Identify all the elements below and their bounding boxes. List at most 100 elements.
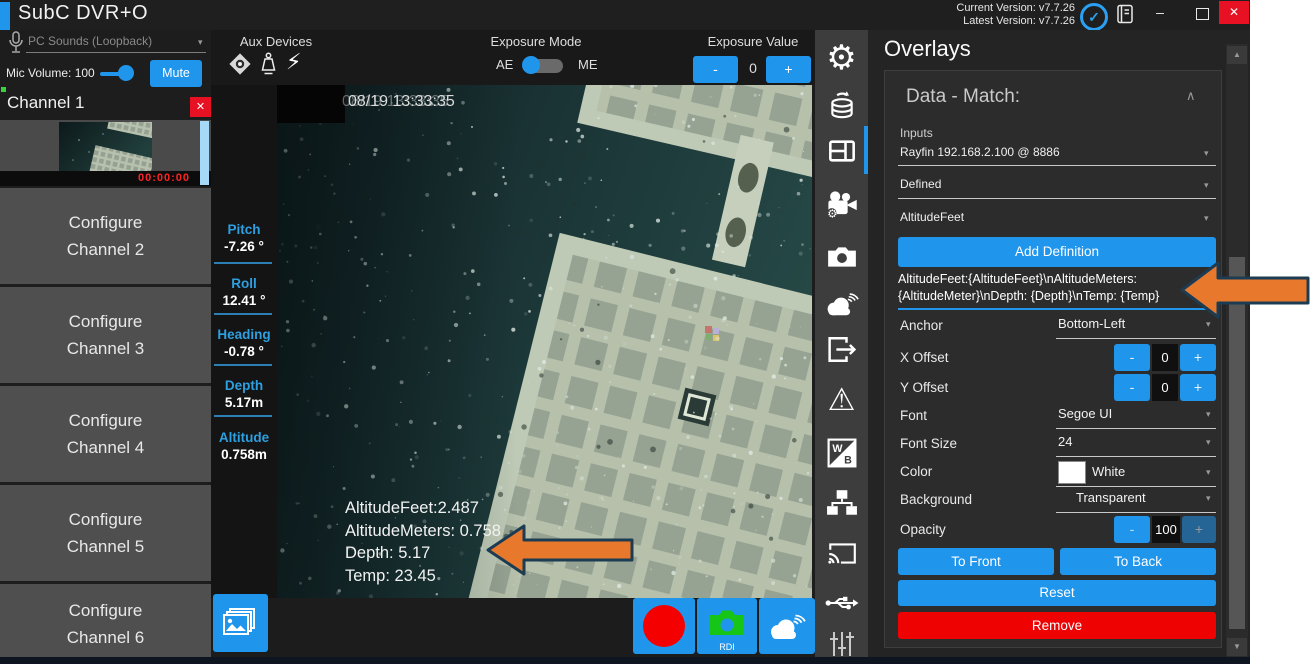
usb-icon[interactable] [815,594,868,617]
annotation-arrow-definition-field [1178,258,1312,320]
maximize-button[interactable] [1196,8,1209,20]
export-icon[interactable] [815,336,868,368]
record-timecode: 00:00:00 [138,172,190,184]
data-field-select[interactable]: AltitudeFeet [900,210,964,224]
overlay-line: AltitudeMeters: 0.758 [345,520,501,543]
inputs-label: Inputs [900,126,933,140]
altitude-label: Altitude [211,430,277,445]
aux-devices-label: Aux Devices [230,34,322,49]
chevron-down-icon[interactable]: ▾ [1204,148,1209,159]
anchor-select[interactable]: Bottom-Left [1058,316,1125,331]
camera-icon [707,608,747,638]
configure-channel6-button[interactable]: ConfigureChannel 6 [0,584,211,664]
x-offset-label: X Offset [900,350,949,365]
font-size-select[interactable]: 24 [1058,434,1072,449]
cloud-icon[interactable] [815,290,868,322]
gallery-icon [221,607,259,639]
telemetry-divider [214,313,272,315]
overlay-line: AltitudeFeet:2.487 [345,497,501,520]
opacity-value: 100 [1152,516,1180,543]
opacity-plus-button[interactable]: + [1182,516,1216,543]
x-offset-plus-button[interactable]: + [1180,344,1216,371]
still-camera-icon[interactable] [815,245,868,274]
y-offset-minus-button[interactable]: - [1114,374,1150,401]
dropdown-underline [1056,338,1216,339]
chevron-down-icon[interactable]: ▾ [1204,180,1209,191]
configure-channel5-button[interactable]: ConfigureChannel 5 [0,485,211,581]
exposure-mode-toggle-knob[interactable] [522,56,540,74]
alerts-warning-icon[interactable]: ⚠ [815,382,868,418]
gallery-button[interactable] [213,594,268,652]
version-info: Current Version: v7.7.26 Latest Version:… [925,2,1075,28]
exposure-value-label: Exposure Value [700,34,806,49]
power-bolt-icon[interactable]: ⚡ [286,50,301,75]
channel1-close-button[interactable]: ✕ [190,97,211,117]
remove-button[interactable]: Remove [898,612,1216,639]
mute-button[interactable]: Mute [150,60,202,87]
white-balance-icon[interactable]: W B [815,438,868,473]
lamp-icon[interactable] [260,52,277,81]
scroll-down-button[interactable]: ▼ [1227,638,1247,656]
update-check-icon[interactable]: ✓ [1080,3,1108,31]
configure-channel4-button[interactable]: ConfigureChannel 4 [0,386,211,482]
color-select[interactable]: White [1092,464,1125,479]
channel1-video-thumbnail[interactable] [59,122,152,176]
definition-text-input[interactable]: AltitudeFeet:{AltitudeFeet}\nAltitudeMet… [898,271,1216,305]
collapse-section-icon[interactable]: ∧ [1186,88,1196,104]
heading-value: -0.78 ° [211,344,277,359]
overlays-layout-icon[interactable] [815,137,868,170]
cloud-upload-button[interactable] [759,598,815,654]
y-offset-plus-button[interactable]: + [1180,374,1216,401]
scroll-up-button[interactable]: ▲ [1227,46,1247,64]
video-settings-icon[interactable]: ⚙ [815,190,868,225]
chevron-down-icon[interactable]: ▾ [1204,213,1209,224]
minimize-button[interactable]: – [1150,4,1170,20]
input-source-select[interactable]: Rayfin 192.168.2.100 @ 8886 [900,145,1060,159]
add-definition-button[interactable]: Add Definition [898,237,1216,267]
color-label: Color [900,464,932,479]
storage-sync-icon[interactable] [815,90,868,125]
capture-still-button[interactable]: RDI [697,598,757,654]
chevron-down-icon[interactable]: ▾ [1206,437,1211,448]
background-label: Background [900,492,972,507]
chevron-down-icon[interactable]: ▾ [198,37,203,48]
dropdown-underline [1056,512,1216,513]
network-icon[interactable] [815,489,868,522]
pitch-label: Pitch [211,222,277,237]
configure-channel3-button[interactable]: ConfigureChannel 3 [0,287,211,383]
data-type-select[interactable]: Defined [900,177,941,191]
titlebar: SubC DVR+O Current Version: v7.7.26 Late… [0,0,1250,30]
exposure-mode-label: Exposure Mode [480,34,592,49]
font-size-label: Font Size [900,436,957,451]
font-label: Font [900,408,927,423]
strobe-icon[interactable] [228,52,252,81]
mic-volume-slider-knob[interactable] [118,65,134,81]
exposure-plus-button[interactable]: + [766,56,811,83]
chevron-down-icon[interactable]: ▾ [1206,319,1211,330]
channel-list-scrollbar[interactable] [200,121,209,185]
record-button[interactable] [633,598,695,654]
close-app-button[interactable]: ✕ [1219,1,1249,24]
title-accent-bar [0,2,10,30]
overlay-line: Temp: 23.45 [345,565,501,588]
background-select[interactable]: Transparent [1076,490,1146,505]
reset-button[interactable]: Reset [898,580,1216,606]
screen-cast-icon[interactable] [815,540,868,571]
font-select[interactable]: Segoe UI [1058,406,1112,421]
to-back-button[interactable]: To Back [1060,548,1216,575]
color-swatch [1058,461,1086,484]
opacity-minus-button[interactable]: - [1114,516,1150,543]
x-offset-minus-button[interactable]: - [1114,344,1150,371]
mic-volume-label: Mic Volume: 100 [6,66,95,80]
settings-gear-icon[interactable]: ⚙ [815,38,868,78]
chevron-down-icon[interactable]: ▾ [1206,493,1211,504]
audio-device-select[interactable]: PC Sounds (Loopback) [28,34,188,48]
chevron-down-icon[interactable]: ▾ [1206,409,1211,420]
data-match-title: Data - Match: [906,86,1020,108]
exposure-minus-button[interactable]: - [693,56,738,83]
chevron-down-icon[interactable]: ▾ [1206,467,1211,478]
configure-channel2-button[interactable]: ConfigureChannel 2 [0,188,211,284]
changelog-icon[interactable] [1116,4,1134,30]
to-front-button[interactable]: To Front [898,548,1054,575]
rdi-label: RDI [697,642,757,652]
